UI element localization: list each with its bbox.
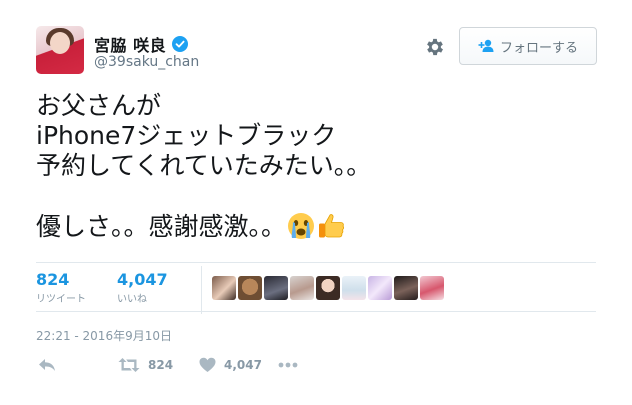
retweet-button[interactable]: 824 — [118, 357, 173, 373]
avatar[interactable] — [36, 26, 84, 74]
liker-avatar[interactable] — [290, 276, 314, 300]
verified-badge-icon — [172, 36, 189, 52]
display-name[interactable]: 宮脇 咲良 — [94, 32, 166, 56]
tweet-card: 宮脇 咲良 @39saku_chan フォローする お父さんが iPhone7ジ… — [0, 0, 632, 405]
tweet-timestamp[interactable]: 22:21 - 2016年9月10日 — [36, 327, 172, 344]
user-handle[interactable]: @39saku_chan — [94, 54, 199, 70]
like-button[interactable]: 4,047 — [199, 357, 262, 373]
liker-avatar[interactable] — [394, 276, 418, 300]
stats-separator — [201, 266, 202, 314]
add-user-icon — [478, 39, 496, 53]
gear-icon[interactable] — [424, 36, 446, 58]
retweets-label: リツイート — [36, 294, 86, 305]
more-icon — [278, 359, 298, 371]
avatar-face — [50, 32, 70, 54]
retweets-count: 824 — [36, 270, 70, 289]
tweet-line: 予約してくれていたみたい。。 — [36, 151, 372, 180]
likes-label: いいね — [117, 294, 147, 305]
liker-avatar[interactable] — [316, 276, 340, 300]
liker-avatar[interactable] — [238, 276, 262, 300]
liker-avatar[interactable] — [368, 276, 392, 300]
retweet-icon — [118, 357, 140, 373]
divider — [36, 262, 596, 263]
crying-face-emoji-icon — [286, 211, 316, 241]
likes-stat[interactable]: 4,047 いいね — [117, 270, 168, 305]
retweet-count: 824 — [148, 358, 174, 372]
tweet-line-last: 優しさ。。感謝感激。。 — [36, 211, 596, 242]
liker-avatar[interactable] — [420, 276, 444, 300]
like-count: 4,047 — [224, 358, 262, 372]
liker-avatar[interactable] — [264, 276, 288, 300]
liker-avatar[interactable] — [212, 276, 236, 300]
follow-button[interactable]: フォローする — [459, 27, 597, 65]
reply-button[interactable] — [38, 357, 56, 373]
user-name-row[interactable]: 宮脇 咲良 — [94, 32, 189, 56]
likes-count: 4,047 — [117, 270, 168, 289]
heart-icon — [199, 357, 216, 373]
retweets-stat[interactable]: 824 リツイート — [36, 270, 86, 305]
tweet-line: お父さんが — [36, 91, 162, 120]
thumbs-up-emoji-icon — [316, 211, 346, 241]
tweet-line: iPhone7ジェットブラック — [36, 121, 337, 150]
liker-avatar[interactable] — [342, 276, 366, 300]
tweet-text: お父さんが iPhone7ジェットブラック 予約してくれていたみたい。。 優しさ… — [36, 91, 596, 242]
reply-icon — [38, 357, 56, 373]
more-button[interactable] — [278, 359, 298, 371]
tweet-line: 優しさ。。感謝感激。。 — [36, 212, 287, 241]
liker-avatars — [212, 276, 446, 300]
divider — [36, 311, 596, 312]
follow-button-label: フォローする — [499, 40, 578, 56]
tweet-actions: 824 4,047 — [36, 357, 436, 377]
